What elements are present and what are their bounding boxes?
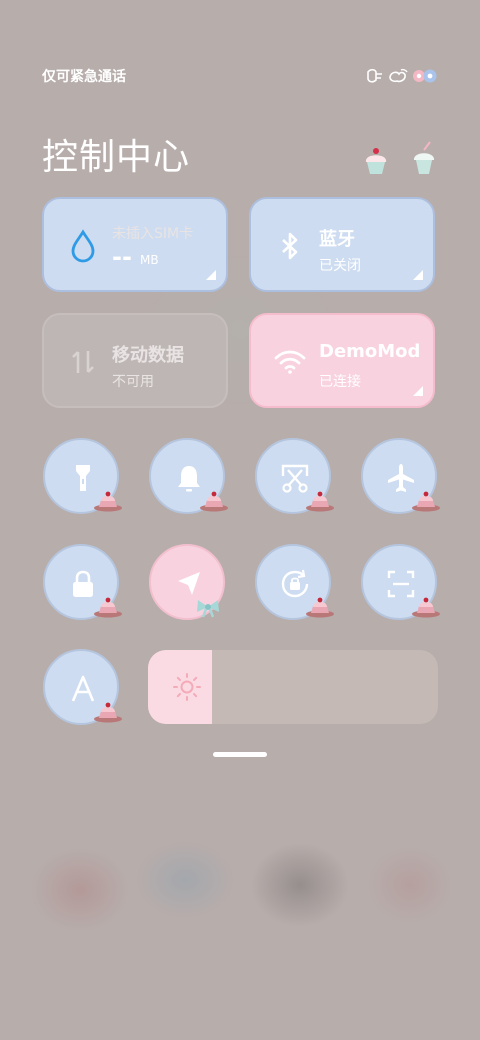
signal-icon — [367, 68, 382, 83]
expand-corner-icon — [413, 270, 423, 280]
battery-icon — [413, 69, 437, 83]
sound-toggle[interactable] — [149, 438, 228, 514]
bluetooth-icon — [282, 232, 298, 260]
cupcake-badge-icon — [94, 491, 122, 512]
scanner-toggle[interactable] — [361, 544, 440, 620]
wifi-status-icon — [389, 68, 408, 83]
status-icons — [366, 66, 438, 86]
location-toggle[interactable] — [149, 544, 225, 620]
data-usage-tile[interactable]: 未插入SIM卡 -- MB — [42, 197, 228, 292]
data-arrows-icon — [72, 351, 94, 373]
page-title: 控制中心 — [42, 137, 191, 178]
rotation-lock-toggle[interactable] — [255, 544, 334, 620]
cupcake-badge-icon — [306, 491, 334, 512]
data-usage-unit: MB — [140, 253, 159, 267]
bow-badge-icon — [197, 600, 219, 618]
bluetooth-status: 已关闭 — [319, 258, 361, 274]
water-drop-icon — [71, 229, 95, 263]
screenshot-toggle[interactable] — [255, 438, 334, 514]
expand-corner-icon — [206, 270, 216, 280]
brightness-slider[interactable] — [148, 650, 438, 724]
auto-brightness-toggle[interactable] — [43, 649, 122, 725]
sim-status-label: 未插入SIM卡 — [112, 226, 194, 242]
mobile-data-tile[interactable]: 移动数据 不可用 — [42, 313, 228, 408]
mobile-data-status: 不可用 — [112, 374, 154, 390]
expand-corner-icon — [413, 386, 423, 396]
cupcake-decoration-icon — [413, 141, 435, 174]
drag-handle[interactable] — [213, 752, 267, 757]
cupcake-badge-icon — [412, 597, 440, 618]
status-bar: 仅可紧急通话 — [42, 66, 438, 86]
cupcake-badge-icon — [412, 491, 440, 512]
wifi-status: 已连接 — [319, 374, 361, 390]
cupcake-badge-icon — [94, 702, 122, 723]
lock-screen-toggle[interactable] — [43, 544, 122, 620]
wifi-network-name: DemoMod — [319, 341, 421, 362]
cupcake-badge-icon — [200, 491, 228, 512]
cupcake-decoration-icon — [365, 148, 387, 174]
data-usage-value: -- — [112, 243, 132, 271]
cupcake-badge-icon — [94, 597, 122, 618]
airplane-mode-toggle[interactable] — [361, 438, 440, 514]
bluetooth-title: 蓝牙 — [319, 229, 355, 250]
wifi-tile[interactable]: DemoMod 已连接 — [249, 313, 435, 408]
bluetooth-tile[interactable]: 蓝牙 已关闭 — [249, 197, 435, 292]
cupcake-badge-icon — [306, 597, 334, 618]
flashlight-toggle[interactable] — [43, 438, 122, 514]
wifi-icon — [274, 350, 306, 374]
mobile-data-title: 移动数据 — [112, 345, 184, 366]
sun-icon — [173, 673, 201, 701]
carrier-status-text: 仅可紧急通话 — [42, 69, 126, 85]
